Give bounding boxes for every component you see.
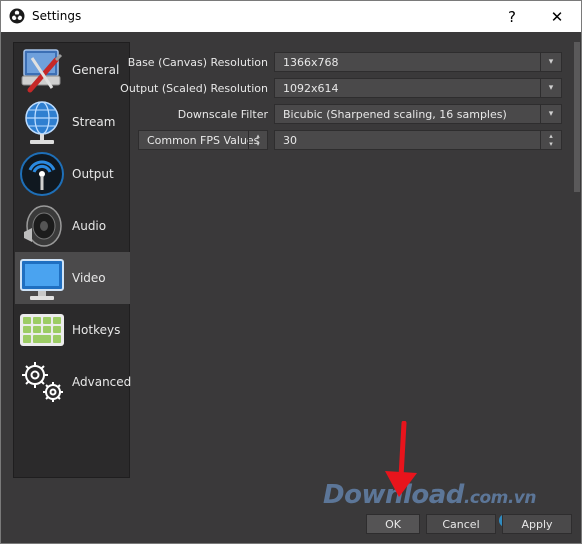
- settings-scrollbar[interactable]: [574, 42, 580, 192]
- sidebar-item-label: Video: [72, 271, 106, 285]
- chevron-down-icon[interactable]: ▾: [540, 53, 561, 71]
- speaker-icon: [24, 205, 62, 247]
- output-resolution-label: Output (Scaled) Resolution: [120, 82, 268, 95]
- downscale-filter-combo[interactable]: Bicubic (Sharpened scaling, 16 samples) …: [274, 104, 562, 124]
- base-resolution-row: Base (Canvas) Resolution 1366x768 ▾: [128, 52, 564, 74]
- sidebar-item-label: Advanced: [72, 375, 132, 389]
- red-arrow-pointer-icon: [385, 421, 417, 497]
- monitor-icon: [20, 259, 64, 300]
- updown-arrows-icon[interactable]: ▴ ▾: [540, 131, 561, 149]
- general-tools-icon: [21, 49, 63, 93]
- fps-value: 30: [283, 134, 297, 147]
- globe-stream-icon: [25, 101, 59, 144]
- settings-window: Settings ? ✕ General Stream Output Audio…: [0, 0, 582, 544]
- output-resolution-combo[interactable]: 1092x614 ▾: [274, 78, 562, 98]
- apply-button[interactable]: Apply: [502, 514, 572, 534]
- obs-logo-icon: [9, 8, 25, 24]
- sidebar-item-stream[interactable]: Stream: [15, 96, 130, 148]
- base-resolution-combo[interactable]: 1366x768 ▾: [274, 52, 562, 72]
- watermark-text: Download.com.vn: [323, 480, 536, 510]
- output-resolution-value: 1092x614: [283, 82, 339, 95]
- base-resolution-value: 1366x768: [283, 56, 339, 69]
- sidebar-item-audio[interactable]: Audio: [15, 200, 130, 252]
- fps-value-combo[interactable]: 30 ▴ ▾: [274, 130, 562, 150]
- keyboard-icon: [20, 314, 64, 346]
- downscale-filter-row: Downscale Filter Bicubic (Sharpened scal…: [134, 104, 564, 126]
- fps-type-select[interactable]: Common FPS Values ▴ ▾: [138, 130, 268, 150]
- sidebar-item-label: Stream: [72, 115, 116, 129]
- downscale-filter-label: Downscale Filter: [177, 108, 268, 121]
- output-broadcast-icon: [20, 152, 64, 196]
- ok-button[interactable]: OK: [366, 514, 420, 534]
- sidebar-item-label: Hotkeys: [72, 323, 121, 337]
- sidebar-item-output[interactable]: Output: [15, 148, 130, 200]
- video-settings-panel: Base (Canvas) Resolution 1366x768 ▾ Outp…: [120, 42, 564, 478]
- window-title: Settings: [32, 9, 82, 23]
- close-button[interactable]: ✕: [535, 1, 579, 32]
- sidebar-item-video[interactable]: Video: [15, 252, 130, 304]
- chevron-down-icon[interactable]: ▾: [540, 105, 561, 123]
- base-resolution-label: Base (Canvas) Resolution: [127, 56, 268, 69]
- sidebar-item-label: General: [72, 63, 120, 77]
- settings-client-area: General Stream Output Audio Video Hotkey…: [1, 32, 581, 543]
- watermark-suffix: .com.vn: [463, 488, 537, 508]
- sidebar-item-hotkeys[interactable]: Hotkeys: [15, 304, 130, 356]
- cancel-button[interactable]: Cancel: [426, 514, 496, 534]
- chevron-down-icon[interactable]: ▾: [540, 79, 561, 97]
- settings-sidebar: General Stream Output Audio Video Hotkey…: [13, 42, 132, 478]
- gears-icon: [22, 362, 63, 402]
- updown-arrows-icon[interactable]: ▴ ▾: [248, 131, 267, 149]
- sidebar-item-label: Audio: [72, 219, 107, 233]
- downscale-filter-value: Bicubic (Sharpened scaling, 16 samples): [283, 108, 507, 121]
- title-bar: Settings ? ✕: [1, 1, 581, 32]
- sidebar-item-label: Output: [72, 167, 114, 181]
- sidebar-item-general[interactable]: General: [15, 44, 130, 96]
- fps-type-value: Common FPS Values: [147, 134, 260, 147]
- fps-row: Common FPS Values ▴ ▾ 30 ▴ ▾: [134, 130, 564, 152]
- help-button[interactable]: ?: [490, 1, 534, 32]
- sidebar-item-advanced[interactable]: Advanced: [15, 356, 132, 408]
- output-resolution-row: Output (Scaled) Resolution 1092x614 ▾: [120, 78, 564, 100]
